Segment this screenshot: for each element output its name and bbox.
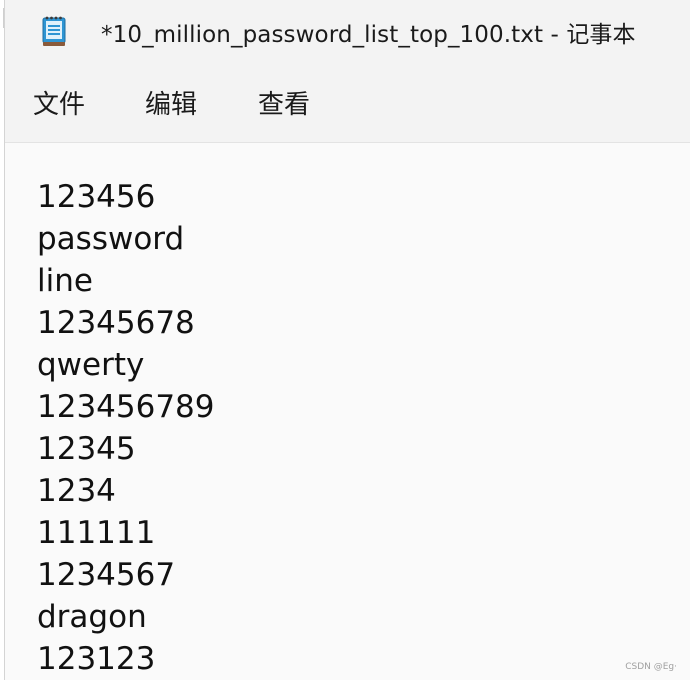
window-title: *10_million_password_list_top_100.txt - … [101, 22, 636, 48]
notepad-icon [41, 15, 67, 47]
text-editor[interactable]: 123456 password line 12345678 qwerty 123… [5, 142, 690, 680]
editor-line[interactable]: password [37, 218, 215, 260]
editor-line[interactable]: 12345678 [37, 302, 215, 344]
editor-line[interactable]: dragon [37, 596, 215, 638]
watermark: CSDN @Eg· [625, 662, 677, 672]
editor-line[interactable]: 123123 [37, 638, 215, 680]
notepad-window: *10_million_password_list_top_100.txt - … [4, 0, 690, 680]
editor-line[interactable]: line [37, 260, 215, 302]
editor-line[interactable]: 1234 [37, 470, 215, 512]
editor-line[interactable]: 111111 [37, 512, 215, 554]
menu-file[interactable]: 文件 [33, 84, 85, 121]
editor-line[interactable]: 123456 [37, 176, 215, 218]
editor-line[interactable]: 12345 [37, 428, 215, 470]
editor-line[interactable]: 123456789 [37, 386, 215, 428]
editor-line[interactable]: 1234567 [37, 554, 215, 596]
editor-line[interactable]: qwerty [37, 344, 215, 386]
menu-bar: 文件 编辑 查看 [5, 62, 690, 142]
editor-lines: 123456 password line 12345678 qwerty 123… [37, 176, 215, 680]
menu-edit[interactable]: 编辑 [145, 84, 197, 121]
title-bar[interactable]: *10_million_password_list_top_100.txt - … [5, 0, 690, 62]
menu-view[interactable]: 查看 [258, 84, 310, 121]
